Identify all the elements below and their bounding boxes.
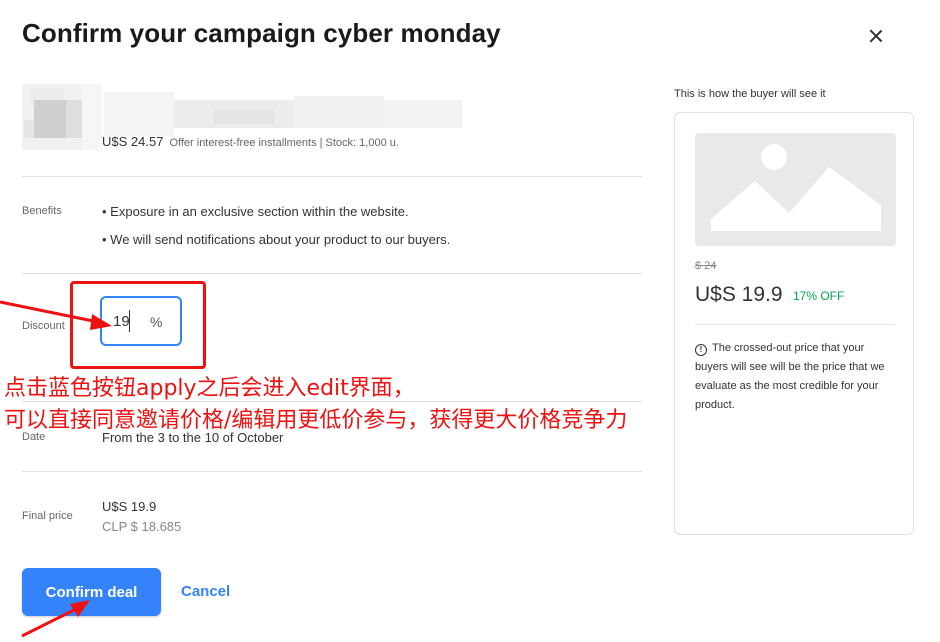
arrow-to-discount	[0, 300, 112, 330]
arrow-to-confirm	[21, 600, 90, 638]
annotation-arrows	[0, 300, 112, 638]
